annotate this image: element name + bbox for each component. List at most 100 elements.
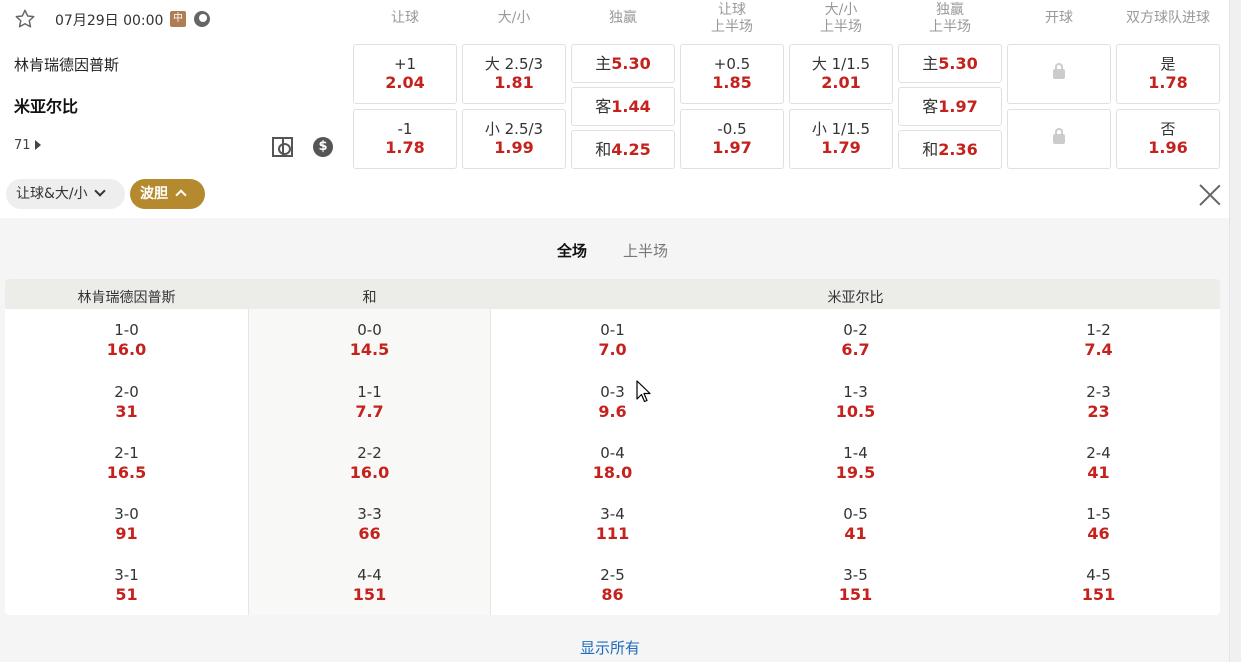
odds-kickoff-2: [1007, 109, 1111, 169]
col-header-btts: 双方球队进球: [1126, 10, 1210, 26]
score-odds: 31: [115, 402, 138, 421]
correct-score-cell[interactable]: 0-0 14.5: [248, 320, 491, 360]
score-label: 0-5: [843, 505, 868, 523]
tab-first-half[interactable]: 上半场: [623, 240, 668, 261]
score-label: 1-3: [843, 383, 868, 401]
score-label: 0-0: [357, 321, 382, 339]
odds-1x2-h1-draw[interactable]: 和2.36: [898, 130, 1002, 169]
score-odds: 111: [595, 524, 630, 543]
correct-score-cell[interactable]: 1-3 10.5: [734, 382, 977, 422]
favorite-star-icon[interactable]: [14, 8, 36, 30]
score-label: 3-3: [357, 505, 382, 523]
score-label: 0-2: [843, 321, 868, 339]
score-label: 0-1: [600, 321, 625, 339]
correct-score-cell[interactable]: 0-4 18.0: [491, 443, 734, 483]
correct-score-cell[interactable]: 2-1 16.5: [5, 443, 248, 483]
header-away: 米亚尔比: [827, 290, 884, 306]
odds-ou-under[interactable]: 小 2.5/3 1.99: [462, 109, 566, 169]
odds-1x2-h1-away[interactable]: 客1.97: [898, 87, 1002, 126]
col-header-1x2-h1: 独赢 上半场: [929, 2, 971, 35]
correct-score-cell[interactable]: 3-4 111: [491, 504, 734, 544]
mouse-cursor-icon: [636, 380, 651, 403]
odds-1x2-h1-home[interactable]: 主5.30: [898, 44, 1002, 83]
score-odds: 151: [838, 585, 873, 604]
correct-score-header: 林肯瑞德因普斯 和 米亚尔比: [5, 279, 1220, 309]
tab-full-time[interactable]: 全场: [557, 240, 587, 261]
match-panel: 07月29日 00:00 中 林肯瑞德因普斯 米亚尔比 71 $ 让球 大/小 …: [0, 0, 1229, 218]
score-odds: 7.0: [598, 340, 627, 359]
score-odds: 7.7: [355, 402, 384, 421]
correct-score-cell[interactable]: 0-5 41: [734, 504, 977, 544]
correct-score-cell[interactable]: 3-3 66: [248, 504, 491, 544]
caret-right-icon: [34, 140, 41, 150]
score-label: 2-5: [600, 566, 625, 584]
score-odds: 23: [1087, 402, 1110, 421]
odds-ou-h1-under[interactable]: 小 1/1.5 1.79: [789, 109, 893, 169]
correct-score-cell[interactable]: 2-2 16.0: [248, 443, 491, 483]
odds-1x2-away[interactable]: 客1.44: [571, 87, 675, 126]
score-odds: 151: [352, 585, 387, 604]
cashout-dollar-icon[interactable]: $: [313, 137, 333, 157]
correct-score-cell[interactable]: 2-0 31: [5, 382, 248, 422]
score-odds: 16.0: [106, 340, 147, 359]
score-label: 2-0: [114, 383, 139, 401]
score-odds: 16.5: [106, 463, 147, 482]
correct-score-cell[interactable]: 4-5 151: [977, 565, 1220, 605]
home-team-name: 林肯瑞德因普斯: [14, 56, 120, 74]
odds-1x2-draw[interactable]: 和4.25: [571, 130, 675, 169]
away-team-name: 米亚尔比: [14, 97, 79, 116]
correct-score-cell[interactable]: 0-2 6.7: [734, 320, 977, 360]
correct-score-cell[interactable]: 2-3 23: [977, 382, 1220, 422]
odds-btts-yes[interactable]: 是 1.78: [1116, 44, 1220, 104]
score-odds: 151: [1081, 585, 1116, 604]
odds-ou-over[interactable]: 大 2.5/3 1.81: [462, 44, 566, 104]
correct-score-cell[interactable]: 1-0 16.0: [5, 320, 248, 360]
close-icon[interactable]: [1198, 183, 1222, 207]
odds-1x2-home[interactable]: 主5.30: [571, 44, 675, 83]
score-label: 3-4: [600, 505, 625, 523]
live-status-icon: [194, 11, 210, 27]
correct-score-cell[interactable]: 2-4 41: [977, 443, 1220, 483]
col-header-ou-h1: 大/小 上半场: [820, 2, 862, 35]
odds-ah-h1-away[interactable]: -0.5 1.97: [680, 109, 784, 169]
correct-score-cell[interactable]: 1-1 7.7: [248, 382, 491, 422]
correct-score-cell[interactable]: 1-2 7.4: [977, 320, 1220, 360]
correct-score-cell[interactable]: 1-4 19.5: [734, 443, 977, 483]
filter-correct-score-toggle[interactable]: 波胆: [130, 179, 205, 209]
scrollbar[interactable]: [1229, 0, 1241, 662]
score-label: 1-5: [1086, 505, 1111, 523]
show-all-link[interactable]: 显示所有: [580, 637, 640, 658]
correct-score-cell[interactable]: 3-5 151: [734, 565, 977, 605]
correct-score-cell[interactable]: 0-3 9.6: [491, 382, 734, 422]
correct-score-cell[interactable]: 3-1 51: [5, 565, 248, 605]
score-label: 1-0: [114, 321, 139, 339]
odds-ou-h1-over[interactable]: 大 1/1.5 2.01: [789, 44, 893, 104]
odds-kickoff-1: [1007, 44, 1111, 104]
score-label: 4-5: [1086, 566, 1111, 584]
score-odds: 7.4: [1084, 340, 1113, 359]
correct-score-cell[interactable]: 2-5 86: [491, 565, 734, 605]
score-label: 1-1: [357, 383, 382, 401]
score-label: 3-0: [114, 505, 139, 523]
correct-score-cell[interactable]: 1-5 46: [977, 504, 1220, 544]
odds-btts-no[interactable]: 否 1.96: [1116, 109, 1220, 169]
odds-ah-home[interactable]: +1 2.04: [353, 44, 457, 104]
filter-ah-ou-dropdown[interactable]: 让球&大/小: [6, 179, 125, 209]
score-label: 2-2: [357, 444, 382, 462]
col-header-ah-h1: 让球 上半场: [711, 2, 753, 35]
correct-score-cell[interactable]: 4-4 151: [248, 565, 491, 605]
more-markets-link[interactable]: 71: [14, 138, 41, 153]
score-label: 2-1: [114, 444, 139, 462]
correct-score-table: 林肯瑞德因普斯 和 米亚尔比 1-0 16.0 2-0 31 2-1 16.5 3-0 91 3…: [5, 279, 1220, 615]
col-header-1x2: 独赢: [609, 10, 637, 26]
score-label: 4-4: [357, 566, 382, 584]
correct-score-cell[interactable]: 3-0 91: [5, 504, 248, 544]
match-time: 07月29日 00:00: [55, 13, 164, 29]
score-odds: 9.6: [598, 402, 627, 421]
score-odds: 16.0: [349, 463, 390, 482]
odds-ah-away[interactable]: -1 1.78: [353, 109, 457, 169]
correct-score-cell[interactable]: 0-1 7.0: [491, 320, 734, 360]
score-label: 2-4: [1086, 444, 1111, 462]
pitch-icon[interactable]: [272, 137, 293, 157]
odds-ah-h1-home[interactable]: +0.5 1.85: [680, 44, 784, 104]
